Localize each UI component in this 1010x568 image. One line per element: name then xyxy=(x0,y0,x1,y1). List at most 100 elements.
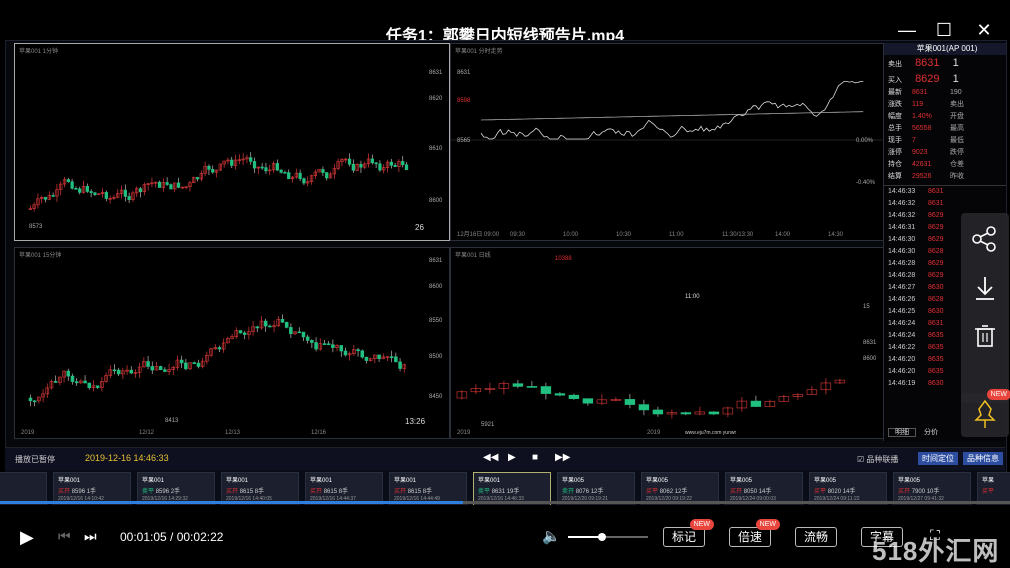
candle-body xyxy=(301,331,306,338)
tick-price: 8631 xyxy=(928,320,944,327)
candle-body xyxy=(708,411,720,415)
candle-body xyxy=(554,393,566,396)
volume-knob[interactable] xyxy=(598,533,606,541)
minimize-button[interactable]: — xyxy=(895,18,919,42)
time-label: 11:00 xyxy=(685,294,700,300)
maximize-button[interactable]: ☐ xyxy=(932,18,956,42)
rewind-icon[interactable]: ◀◀ xyxy=(483,452,498,463)
trade-symbol: 苹果005 xyxy=(730,478,753,484)
x-label: 2019 xyxy=(647,430,661,436)
play-button[interactable]: ▶ xyxy=(20,527,34,548)
candle-body xyxy=(401,161,405,166)
candle-body xyxy=(211,169,215,173)
download-icon[interactable] xyxy=(961,269,1009,317)
tick-price: 8629 xyxy=(928,224,944,231)
trade-action-row: 买平 xyxy=(978,486,1010,495)
candle-body xyxy=(263,320,268,327)
stat-label: 结算 xyxy=(888,173,902,180)
candle-body xyxy=(43,197,48,200)
trade-detail: 8596 1手 xyxy=(71,489,97,495)
tick-price: 8629 xyxy=(928,272,944,279)
share-icon[interactable] xyxy=(961,219,1009,267)
candle-body xyxy=(638,404,650,411)
trade-action-row: 卖开 8076 12手 xyxy=(558,486,634,495)
tick-time: 14:46:28 xyxy=(888,260,916,267)
tick-price: 8628 xyxy=(928,296,944,303)
ask-price: 8631 xyxy=(915,57,940,69)
tab-price[interactable]: 分价 xyxy=(924,429,938,436)
trade-action-row: 00 1手 xyxy=(0,477,46,486)
bar-time: 13:26 xyxy=(405,417,426,426)
forward-icon[interactable]: ▶▶ xyxy=(555,452,570,463)
price-label: 8610 xyxy=(429,146,443,152)
candle-body xyxy=(53,381,58,383)
candle-body xyxy=(314,342,318,350)
trade-symbol: 苹果001 xyxy=(310,478,333,484)
stop-icon[interactable]: ■ xyxy=(532,452,538,463)
trade-action-row: 卖平 8596 2手 xyxy=(138,486,214,495)
trash-icon[interactable] xyxy=(961,317,1009,365)
panel-title: 苹果001 1分钟 xyxy=(19,49,59,55)
price-label: 8631 xyxy=(429,70,443,76)
candle-body xyxy=(347,158,352,165)
video-frame[interactable]: 苹果001 1分钟 8631 8620 8610 8600 8573 26 苹果… xyxy=(5,40,1010,504)
time-locate-button[interactable]: 时间定位 xyxy=(918,452,958,465)
next-icon[interactable]: ⏭ xyxy=(84,528,97,545)
x-label: 14:00 xyxy=(775,232,791,238)
x-label: 09:30 xyxy=(510,232,526,238)
candle-body xyxy=(104,192,108,199)
play-icon[interactable]: ▶ xyxy=(508,452,516,463)
trade-detail: 8615 8手 xyxy=(239,489,265,495)
trade-symbol: 苹果001 xyxy=(478,478,501,484)
candle-body xyxy=(127,196,131,200)
tick-price: 8635 xyxy=(928,344,944,351)
x-label: 11:00 xyxy=(669,232,684,238)
mark-button[interactable]: 标记 NEW xyxy=(663,519,715,547)
trade-action: 买开 xyxy=(226,489,239,495)
stat-label: 现手 xyxy=(888,137,902,144)
tick-price: 8631 xyxy=(928,200,944,207)
trade-symbol: 苹果001 xyxy=(58,478,81,484)
panel-title: 苹果001 日线 xyxy=(455,253,491,259)
quote-stats: 最新 8631 190 涨跌 119 卖出 幅度 1.40% 开盘 总手 56558 最高 现手 7 最低涨… xyxy=(884,87,1006,183)
variety-option[interactable]: ☑ 品种联播 xyxy=(857,454,898,465)
previous-icon[interactable]: ⏮ xyxy=(58,528,71,545)
bid-row[interactable]: 买入 8629 1 xyxy=(884,71,1006,87)
candle-body xyxy=(89,191,93,194)
candle-body xyxy=(255,326,260,329)
candle-body xyxy=(85,186,89,192)
pin-icon[interactable]: NEW xyxy=(961,389,1010,437)
candle-body xyxy=(146,361,150,367)
candle-body xyxy=(275,163,279,171)
candle-body xyxy=(404,164,409,170)
candle-body xyxy=(298,172,302,179)
x-label: 10:30 xyxy=(616,232,632,238)
stat-row: 涨跌 119 卖出 xyxy=(884,99,1006,111)
trade-time xyxy=(978,495,1010,497)
candle-body xyxy=(279,169,283,173)
price-label: 8620 xyxy=(429,96,443,102)
x-label: 12/12 xyxy=(139,430,155,436)
candle-body xyxy=(66,179,70,183)
quality-button[interactable]: 流畅 xyxy=(795,527,838,547)
price-label: 8631 xyxy=(457,70,471,76)
player-bar: ▶ ⏮ ⏭ 00:01:05 / 00:02:22 🔈 标记 NEW 倍速 NEW … xyxy=(0,505,1010,568)
candle-body xyxy=(74,381,79,384)
chart-1min: 8631 8620 8610 8600 8573 26 xyxy=(28,70,443,232)
trade-action: 买开 xyxy=(58,489,71,495)
tab-detail[interactable]: 明细 xyxy=(888,428,916,437)
variety-info-button[interactable]: 品种信息 xyxy=(963,452,1003,465)
trade-detail: 8631 19手 xyxy=(491,489,520,495)
volume-icon[interactable]: 🔈 xyxy=(542,527,561,545)
speed-button[interactable]: 倍速 NEW xyxy=(729,519,781,547)
trade-action: 卖平 xyxy=(142,489,155,495)
high-label: 10388 xyxy=(555,256,572,262)
close-button[interactable]: ✕ xyxy=(972,18,996,42)
candle-body xyxy=(398,361,402,369)
ask-row[interactable]: 卖出 8631 1 xyxy=(884,55,1006,71)
trade-action-row: 买平 8020 14手 xyxy=(810,486,886,495)
candle-body xyxy=(192,362,197,365)
stat-value: 9023 xyxy=(912,149,928,156)
replay-control-bar: 播放已暂停 2019-12-16 14:46:33 ◀◀ ▶ ■ ▶▶ ☑ 品种… xyxy=(5,447,1005,470)
stat-row: 幅度 1.40% 开盘 xyxy=(884,111,1006,123)
